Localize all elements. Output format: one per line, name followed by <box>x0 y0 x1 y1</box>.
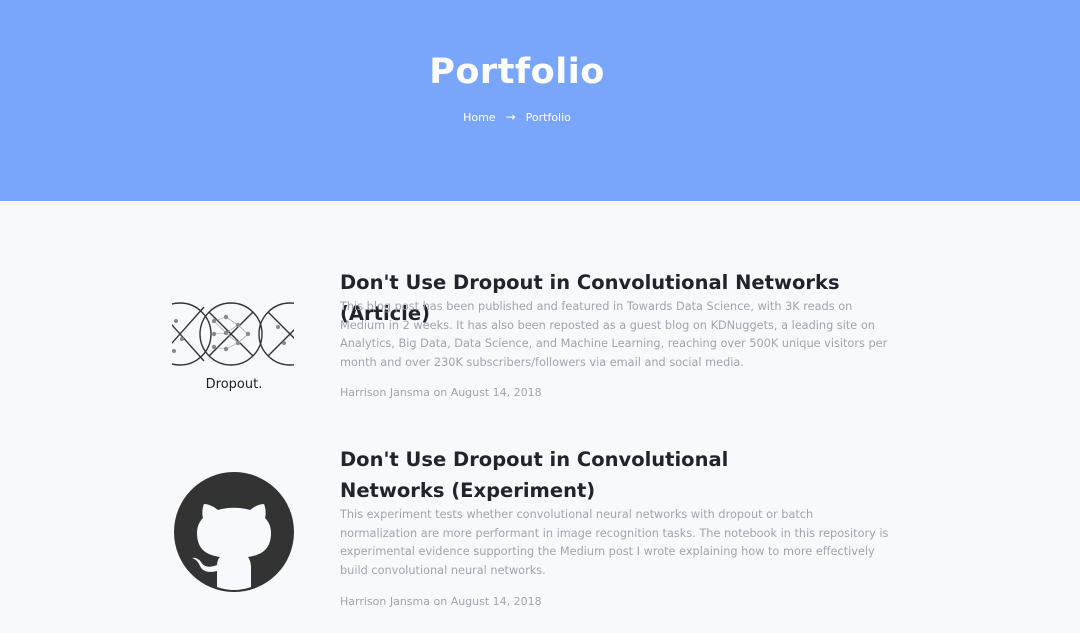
post-meta: Harrison Jansma on August 14, 2018 <box>340 386 542 399</box>
breadcrumb-home-link[interactable]: Home <box>463 111 495 124</box>
post-meta: Harrison Jansma on August 14, 2018 <box>340 595 542 608</box>
dropout-network-icon: Dropout. <box>172 302 294 392</box>
page-header: Portfolio Home → Portfolio <box>0 0 1080 201</box>
post-thumbnail[interactable]: Dropout. <box>168 299 298 398</box>
post-description: This experiment tests whether convolutio… <box>340 508 889 577</box>
post-title[interactable]: Don't Use Dropout in Convolutional Netwo… <box>340 444 810 506</box>
post-thumbnail[interactable] <box>173 471 295 597</box>
breadcrumb-current: Portfolio <box>525 110 571 124</box>
post-description: This blog post has been published and fe… <box>340 300 888 369</box>
breadcrumb: Home → Portfolio <box>0 110 1034 124</box>
arrow-right-icon: → <box>505 110 516 124</box>
portfolio-list: Dropout. Don't Use Dropout in Convolutio… <box>0 201 1080 633</box>
page-title: Portfolio <box>429 52 605 92</box>
thumbnail-caption: Dropout. <box>206 377 263 392</box>
github-octocat-icon <box>174 472 294 592</box>
